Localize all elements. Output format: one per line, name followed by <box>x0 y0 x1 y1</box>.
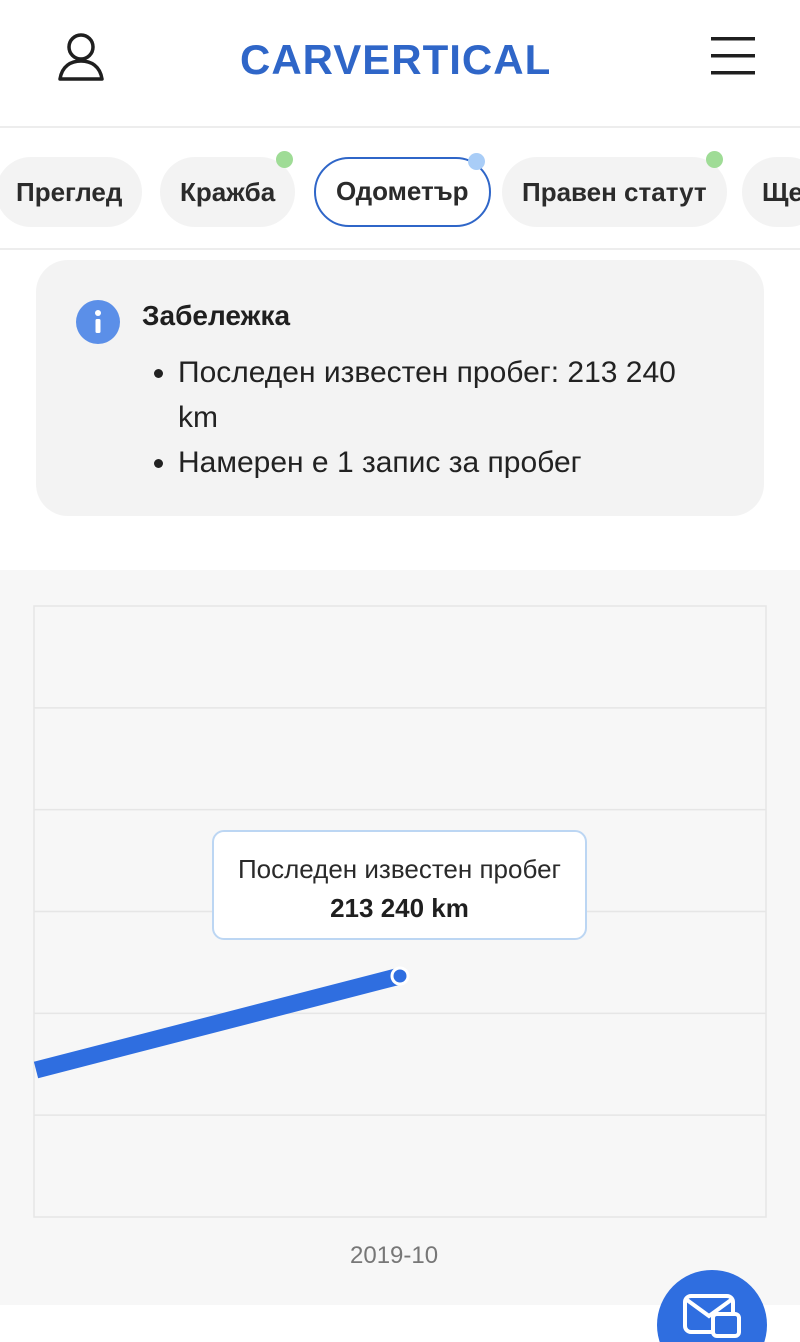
tab-label: Правен статут <box>522 177 707 207</box>
top-header: CARVERTICAL <box>0 0 800 128</box>
main-menu-button[interactable] <box>708 34 758 78</box>
tab-status-dot <box>705 151 723 168</box>
odometer-chart: Последен известен пробег 213 240 km 2019… <box>0 570 800 1305</box>
brand-wordmark: CARVERTICAL <box>240 36 551 83</box>
tab-odometer[interactable]: Одометър <box>314 153 491 227</box>
note-title: Забележка <box>142 300 291 331</box>
tab-label: Ще <box>762 177 800 207</box>
tooltip-value: 213 240 km <box>330 893 469 923</box>
report-tabs: Преглед Кражба Одометър Правен статут Ще <box>0 130 800 250</box>
data-point <box>390 966 410 986</box>
user-icon <box>58 33 104 81</box>
tab-overview[interactable]: Преглед <box>0 157 143 227</box>
x-axis-tick-label: 2019-10 <box>350 1242 439 1269</box>
tab-legal-status[interactable]: Правен статут <box>502 151 727 227</box>
note-item: Последен известен пробег: 213 240 km <box>154 350 714 440</box>
user-account-button[interactable] <box>54 30 108 84</box>
note-card: Забележка Последен известен пробег: 213 … <box>36 260 764 516</box>
brand-logo[interactable]: CARVERTICAL <box>240 30 570 86</box>
hamburger-menu-icon <box>711 37 755 75</box>
tab-next[interactable]: Ще <box>742 157 800 227</box>
chat-envelope-icon <box>683 1294 741 1338</box>
tab-label: Кражба <box>180 177 276 207</box>
chart-tooltip: Последен известен пробег 213 240 km <box>212 830 587 940</box>
mileage-series-line <box>33 967 403 1079</box>
tab-status-dot <box>276 151 294 168</box>
chat-button[interactable] <box>657 1270 767 1342</box>
note-item: Намерен е 1 запис за пробег <box>154 440 714 485</box>
tab-label: Преглед <box>16 177 123 207</box>
tab-label: Одометър <box>336 176 469 206</box>
tooltip-label: Последен известен пробег <box>237 854 562 884</box>
tab-status-dot <box>467 153 485 170</box>
tab-theft[interactable]: Кражба <box>160 151 296 227</box>
note-list: Последен известен пробег: 213 240 km Нам… <box>154 350 714 485</box>
info-icon <box>76 300 120 344</box>
